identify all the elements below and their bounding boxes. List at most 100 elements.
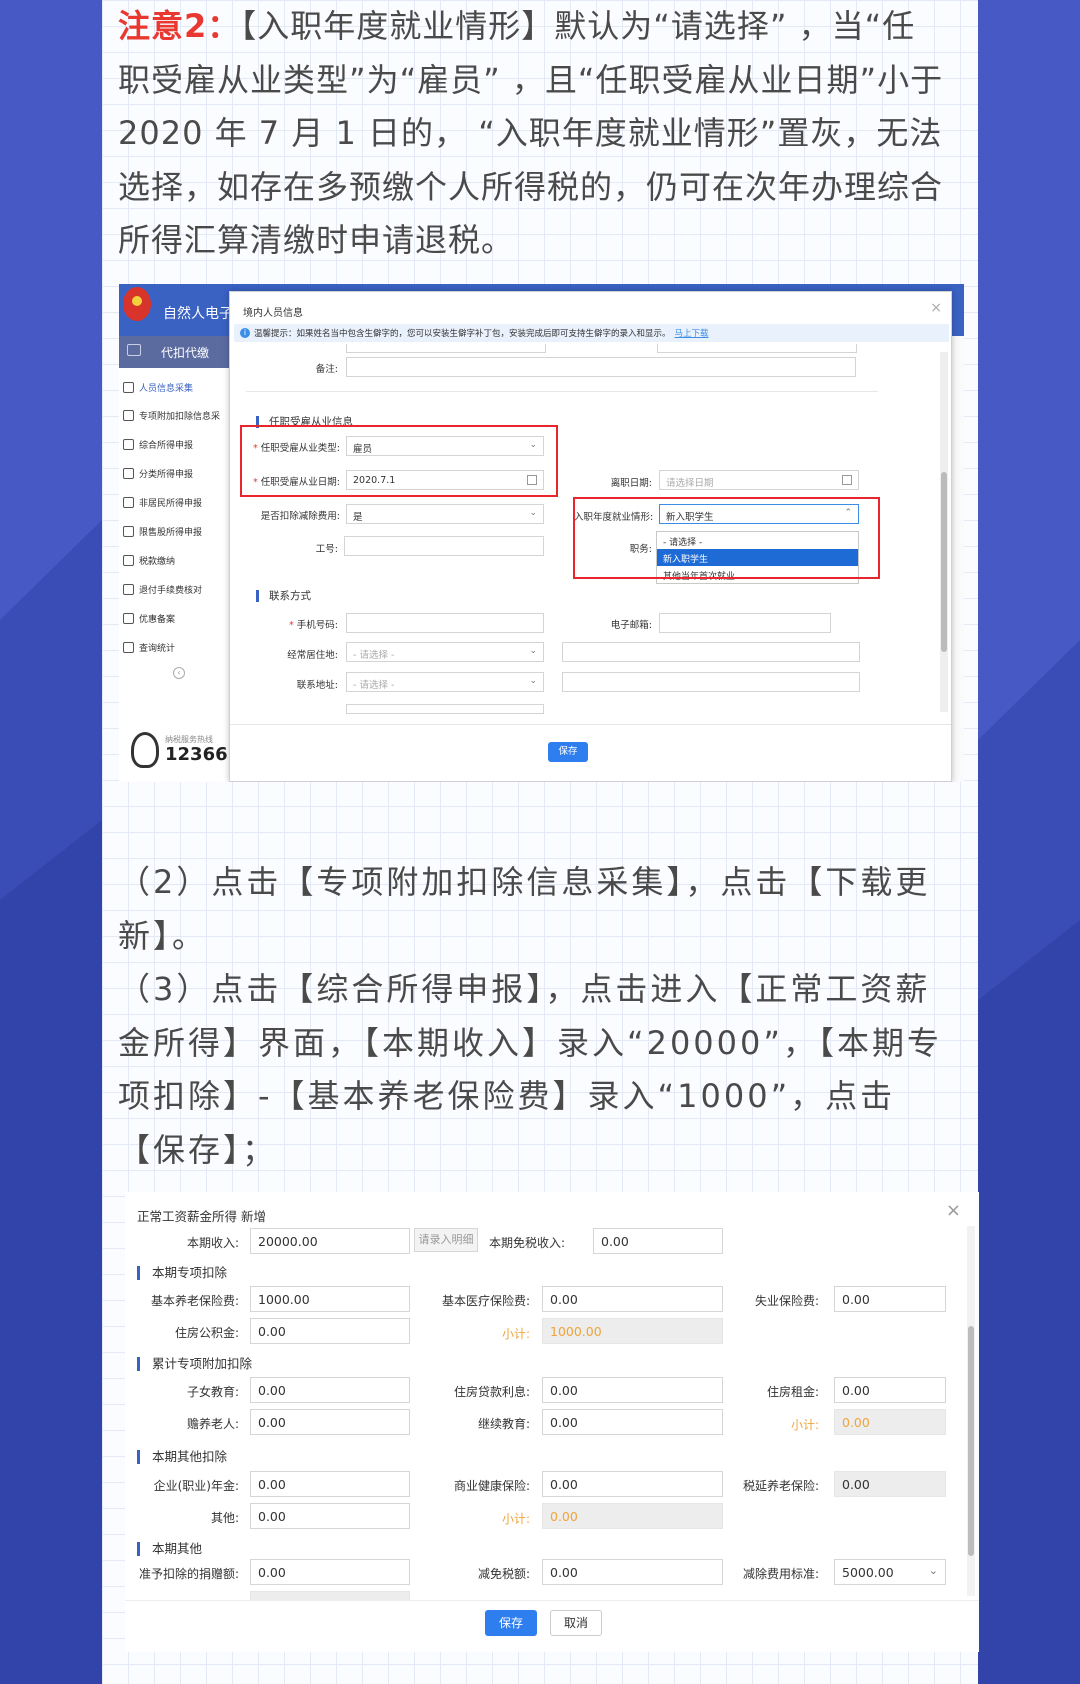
divider bbox=[230, 724, 951, 725]
save-button[interactable]: 保存 bbox=[485, 1610, 537, 1636]
sidebar-item-comprehensive[interactable]: 综合所得申报 bbox=[123, 433, 193, 455]
sidebar-item-label: 限售股所得申报 bbox=[139, 527, 203, 538]
hotline-logo-icon bbox=[131, 732, 159, 768]
unemployment-input[interactable]: 0.00 bbox=[834, 1286, 946, 1312]
mortgage-interest-label: 住房贷款利息: bbox=[453, 1385, 530, 1399]
modal-scrollbar[interactable] bbox=[940, 352, 948, 712]
deferred-pension-value: 0.00 bbox=[834, 1471, 946, 1497]
section-cumulative-deduction: 累计专项附加扣除 bbox=[137, 1357, 252, 1371]
pension-input[interactable]: 1000.00 bbox=[250, 1286, 410, 1312]
form-scrollbar[interactable] bbox=[967, 1226, 975, 1596]
sidebar-item-special-deduction[interactable]: 专项附加扣除信息采 bbox=[123, 404, 220, 426]
partial-field[interactable] bbox=[346, 344, 546, 353]
deduction-standard-value: 5000.00 bbox=[842, 1565, 894, 1580]
sidebar-item-refund-check[interactable]: 退付手续费核对 bbox=[123, 578, 202, 600]
address-select[interactable]: - 请选择 - ⌄ bbox=[346, 672, 544, 692]
note-2-paragraph: 注意2：【入职年度就业情形】默认为“请选择” ，当“任职受雇从业类型”为“雇员”… bbox=[118, 0, 948, 268]
medical-input[interactable]: 0.00 bbox=[542, 1286, 723, 1312]
sidebar-item-label: 退付手续费核对 bbox=[139, 585, 203, 596]
deduct-expense-select[interactable]: 是 ⌄ bbox=[346, 504, 544, 524]
job-number-label: 工号: bbox=[315, 544, 338, 555]
remark-label: 备注: bbox=[315, 364, 338, 375]
close-icon[interactable]: × bbox=[930, 300, 942, 316]
deduct-expense-value: 是 bbox=[353, 512, 363, 523]
mortgage-interest-input[interactable]: 0.00 bbox=[542, 1377, 723, 1403]
tax-emblem-icon bbox=[123, 287, 151, 321]
tax-relief-input[interactable]: 0.00 bbox=[542, 1559, 723, 1585]
sidebar-item-label: 综合所得申报 bbox=[139, 440, 194, 451]
user-icon bbox=[123, 381, 134, 393]
partial-field[interactable] bbox=[346, 704, 544, 714]
person-info-modal: 境内人员信息 × i 温馨提示：如果姓名当中包含生僻字的，您可以安装生僻字补丁包… bbox=[229, 291, 952, 782]
housing-fund-input[interactable]: 0.00 bbox=[250, 1318, 410, 1344]
other-input[interactable]: 0.00 bbox=[250, 1503, 410, 1529]
sidebar-item-payment[interactable]: 税款缴纳 bbox=[123, 549, 175, 571]
continuing-education-label: 继续教育: bbox=[477, 1417, 530, 1431]
continuing-education-input[interactable]: 0.00 bbox=[542, 1409, 723, 1435]
layers-icon bbox=[123, 438, 134, 450]
address-detail-input[interactable] bbox=[562, 672, 860, 692]
sidebar-item-label: 税款缴纳 bbox=[139, 556, 176, 567]
sidebar-item-person-info[interactable]: 人员信息采集 bbox=[123, 376, 193, 398]
phone-input[interactable] bbox=[346, 613, 544, 633]
sidebar-item-restricted-stock[interactable]: 限售股所得申报 bbox=[123, 520, 202, 542]
job-number-input[interactable] bbox=[344, 536, 544, 556]
residence-select[interactable]: - 请选择 - ⌄ bbox=[346, 642, 544, 662]
elderly-support-input[interactable]: 0.00 bbox=[250, 1409, 410, 1435]
pie-icon bbox=[123, 467, 134, 479]
residence-label: 经常居住地: bbox=[287, 650, 338, 661]
form-title: 正常工资薪金所得 新增 bbox=[137, 1209, 266, 1224]
tip-banner: i 温馨提示：如果姓名当中包含生僻字的，您可以安装生僻字补丁包，安装完成后即可支… bbox=[234, 324, 949, 342]
sidebar-item-nonresident[interactable]: 非居民所得申报 bbox=[123, 491, 202, 513]
deduction-standard-select[interactable]: 5000.00 ⌄ bbox=[834, 1559, 946, 1585]
email-label: 电子邮箱: bbox=[610, 620, 652, 631]
sidebar-item-classified[interactable]: 分类所得申报 bbox=[123, 462, 193, 484]
cumulative-subtotal-label: 小计: bbox=[790, 1418, 819, 1432]
rent-label: 住房租金: bbox=[766, 1385, 819, 1399]
close-icon[interactable]: × bbox=[946, 1200, 961, 1221]
enter-detail-button[interactable]: 请录入明细 bbox=[414, 1228, 478, 1252]
residence-detail-input[interactable] bbox=[562, 642, 860, 662]
search-icon bbox=[123, 641, 134, 653]
step-3-text: （3）点击【综合所得申报】，点击进入【正常工资薪金所得】界面，【本期收入】录入“… bbox=[118, 970, 942, 1169]
document-icon bbox=[123, 583, 134, 595]
chevron-down-icon: ⌄ bbox=[529, 508, 537, 518]
leave-date-input[interactable]: 请选择日期 bbox=[659, 470, 859, 490]
download-link[interactable]: 马上下载 bbox=[675, 327, 709, 339]
save-button[interactable]: 保存 bbox=[548, 742, 588, 762]
app-brand: 自然人电子 bbox=[163, 306, 233, 322]
hotline-number: 12366 bbox=[165, 744, 228, 765]
taxfree-income-input[interactable]: 0.00 bbox=[593, 1228, 723, 1254]
donation-input[interactable]: 0.00 bbox=[250, 1559, 410, 1585]
email-input[interactable] bbox=[659, 613, 831, 633]
partial-field[interactable] bbox=[657, 344, 857, 353]
archive-icon bbox=[123, 612, 134, 624]
rent-input[interactable]: 0.00 bbox=[834, 1377, 946, 1403]
section-misc: 本期其他 bbox=[137, 1542, 202, 1556]
deferred-pension-label: 税延养老保险: bbox=[742, 1479, 819, 1493]
annuity-input[interactable]: 0.00 bbox=[250, 1471, 410, 1497]
section-special-deduction: 本期专项扣除 bbox=[137, 1266, 227, 1280]
list-icon bbox=[123, 409, 134, 421]
background-page-edge bbox=[952, 336, 964, 782]
remark-input[interactable] bbox=[346, 357, 856, 377]
chevron-down-icon: ⌄ bbox=[928, 1564, 938, 1577]
collapse-sidebar-icon[interactable]: ‹ bbox=[173, 667, 185, 679]
highlight-box-employment bbox=[240, 425, 558, 497]
briefcase-icon bbox=[127, 344, 141, 356]
health-insurance-input[interactable]: 0.00 bbox=[542, 1471, 723, 1497]
deduct-expense-label: 是否扣除减除费用: bbox=[260, 511, 340, 522]
cancel-button[interactable]: 取消 bbox=[550, 1610, 602, 1636]
special-subtotal-label: 小计: bbox=[501, 1327, 530, 1341]
sidebar-item-preferential[interactable]: 优惠备案 bbox=[123, 607, 175, 629]
section-contact: 联系方式 bbox=[256, 590, 311, 602]
steps-paragraph: （2）点击【专项附加扣除信息采集】，点击【下载更新】。 （3）点击【综合所得申报… bbox=[118, 856, 948, 1177]
screenshot-salary-form: 正常工资薪金所得 新增 × 本期收入: 20000.00 请录入明细 本期免税收… bbox=[125, 1192, 979, 1652]
income-input[interactable]: 20000.00 bbox=[250, 1228, 410, 1254]
cumulative-subtotal-value: 0.00 bbox=[834, 1409, 946, 1435]
children-education-input[interactable]: 0.00 bbox=[250, 1377, 410, 1403]
sidebar-item-query[interactable]: 查询统计 bbox=[123, 636, 175, 658]
chevron-down-icon: ⌄ bbox=[529, 676, 537, 686]
other-subtotal-value: 0.00 bbox=[542, 1503, 723, 1529]
income-label: 本期收入: bbox=[186, 1236, 239, 1250]
